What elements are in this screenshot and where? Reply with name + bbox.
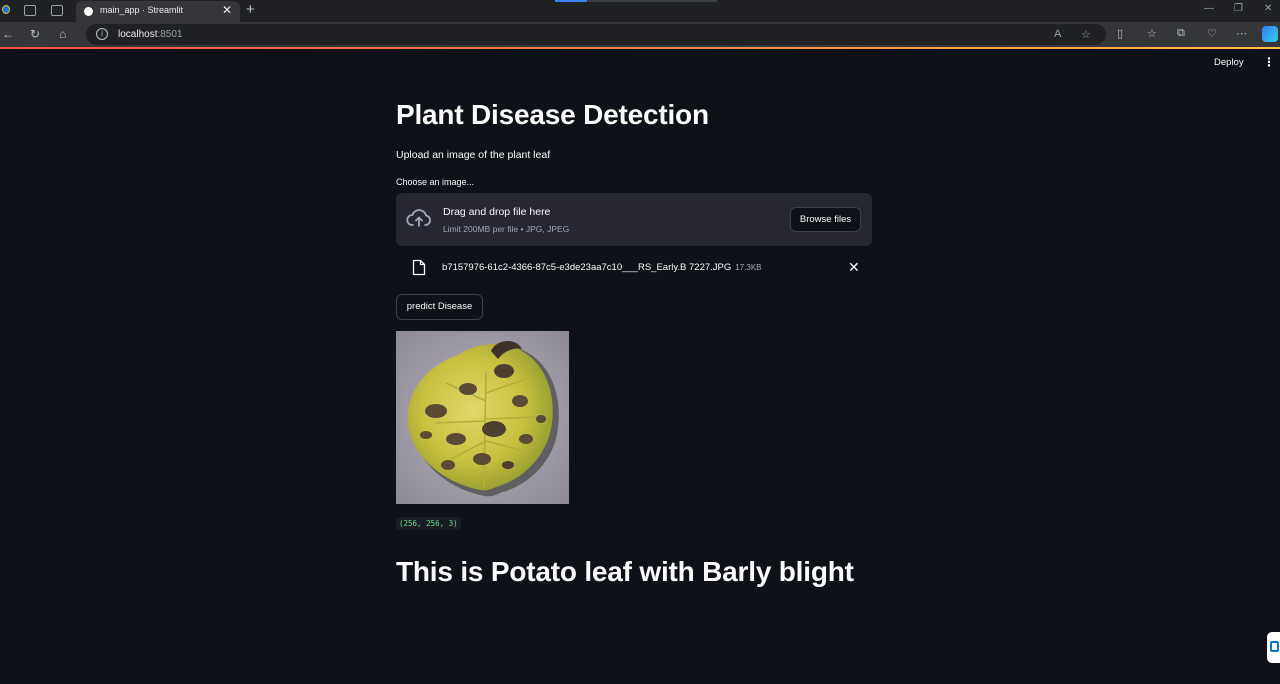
dropzone-limit: Limit 200MB per file • JPG, JPEG — [443, 224, 570, 234]
streamlit-favicon-icon — [84, 7, 93, 16]
restore-icon[interactable]: ❐ — [1234, 3, 1243, 14]
favorites-icon[interactable]: ☆ — [1147, 27, 1157, 40]
home-icon[interactable]: ⌂ — [59, 27, 66, 41]
main-menu-icon[interactable]: ⋮ — [1263, 55, 1275, 69]
uploaded-file-row: b7157976-61c2-4366-87c5-e3de23aa7c10___R… — [396, 255, 872, 281]
site-info-icon[interactable]: i — [96, 28, 108, 40]
uploader-label: Choose an image... — [396, 177, 475, 187]
remove-file-icon[interactable]: ✕ — [848, 259, 860, 276]
cloud-upload-icon — [406, 209, 431, 227]
minimize-icon[interactable]: — — [1204, 3, 1214, 14]
tab-actions-icon[interactable] — [51, 5, 63, 16]
refresh-icon[interactable]: ↻ — [30, 27, 40, 41]
outlook-icon — [1270, 641, 1279, 652]
side-widget-tab[interactable] — [1267, 632, 1280, 663]
new-tab-icon[interactable]: + — [246, 1, 255, 18]
more-options-icon[interactable]: ⋯ — [1236, 27, 1247, 40]
leaf-image-graphic — [396, 331, 569, 504]
tab-close-icon[interactable]: ✕ — [222, 3, 232, 17]
browse-files-button[interactable]: Browse files — [790, 207, 861, 232]
profile-icon[interactable] — [2, 5, 10, 14]
image-shape-output: (256, 256, 3) — [396, 517, 461, 530]
dropzone-instruction: Drag and drop file here — [443, 206, 551, 218]
uploaded-file-name: b7157976-61c2-4366-87c5-e3de23aa7c10___R… — [442, 262, 762, 273]
address-toolbar: ← ↻ ⌂ i localhost:8501 A ☆ ▯ ☆ ⧉ ♡ ⋯ — [0, 22, 1280, 47]
collections-icon[interactable]: ⧉ — [1177, 27, 1185, 40]
prediction-result: This is Potato leaf with Barly blight — [396, 556, 854, 587]
page-title: Plant Disease Detection — [396, 99, 709, 130]
favorite-star-icon[interactable]: ☆ — [1081, 28, 1091, 41]
deploy-button[interactable]: Deploy — [1214, 57, 1244, 68]
tab-title: main_app · Streamlit — [100, 5, 184, 15]
url-bar[interactable]: i localhost:8501 A ☆ — [86, 24, 1106, 45]
uploaded-file-size: 17.3KB — [735, 263, 762, 272]
copilot-icon[interactable] — [1262, 26, 1278, 42]
split-screen-icon[interactable]: ▯ — [1117, 27, 1123, 40]
file-dropzone[interactable]: Drag and drop file here Limit 200MB per … — [396, 193, 872, 246]
window-close-icon[interactable]: ✕ — [1264, 3, 1272, 14]
extensions-icon[interactable]: ♡ — [1207, 27, 1217, 40]
predict-disease-button[interactable]: predict Disease — [396, 294, 483, 320]
active-tab[interactable]: main_app · Streamlit ✕ — [76, 1, 240, 22]
browser-tab-strip: main_app · Streamlit ✕ + — ❐ ✕ — [0, 0, 1280, 22]
read-aloud-icon[interactable]: A — [1054, 28, 1061, 40]
streamlit-decoration-bar — [0, 47, 1280, 49]
loading-indicator — [555, 0, 717, 2]
file-icon — [412, 259, 426, 276]
workspaces-icon[interactable] — [24, 5, 36, 16]
uploaded-leaf-image — [396, 331, 569, 504]
page-subtitle: Upload an image of the plant leaf — [396, 149, 551, 161]
url-text[interactable]: localhost:8501 — [118, 29, 183, 40]
back-icon[interactable]: ← — [2, 27, 14, 41]
